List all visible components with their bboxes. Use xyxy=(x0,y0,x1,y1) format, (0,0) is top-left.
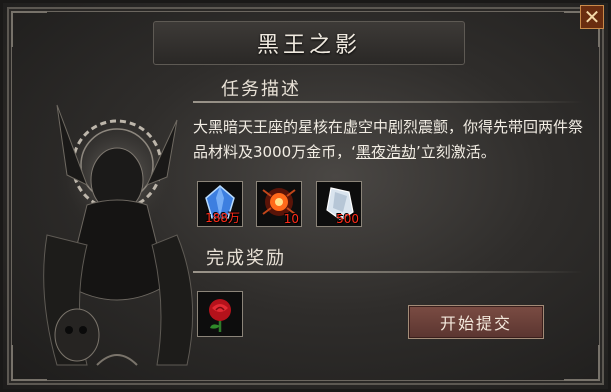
red-rose-icon xyxy=(209,299,231,332)
required-item-white-crystal[interactable]: 500 xyxy=(316,181,362,227)
reward-divider xyxy=(193,271,583,273)
reward-item-rose[interactable] xyxy=(197,291,243,337)
corner-ornament xyxy=(564,345,600,381)
task-divider xyxy=(193,101,583,103)
item-count: 500 xyxy=(336,212,359,226)
reward-heading: 完成奖励 xyxy=(206,248,286,269)
item-count: 10 xyxy=(283,212,299,226)
window-title: 黑王之影 xyxy=(256,33,361,58)
corner-ornament xyxy=(11,11,47,47)
item-count: 188万 xyxy=(205,211,240,225)
task-description: 大黑暗天王座的星核在虚空中剧烈震颤，你得先带回两件祭品材料及3000万金币，‘黑… xyxy=(193,115,583,165)
task-heading: 任务描述 xyxy=(221,79,301,100)
required-item-fire-orb[interactable]: 10 xyxy=(256,181,302,227)
title-bar: 黑王之影 xyxy=(153,21,465,65)
required-item-crystal[interactable]: 188万 xyxy=(197,181,243,227)
dark-king-figure xyxy=(43,104,194,366)
submit-button[interactable]: 开始提交 xyxy=(408,305,544,339)
task-highlight-link[interactable]: 黑夜浩劫 xyxy=(356,143,416,161)
quest-panel: 黑王之影 ✕ 任务描述 大黑暗天王座的星核在虚空中剧烈震颤，你得先带回两件祭品材… xyxy=(0,0,611,392)
task-text-after: ’立刻激活。 xyxy=(415,143,496,161)
close-button[interactable]: ✕ xyxy=(580,5,604,29)
